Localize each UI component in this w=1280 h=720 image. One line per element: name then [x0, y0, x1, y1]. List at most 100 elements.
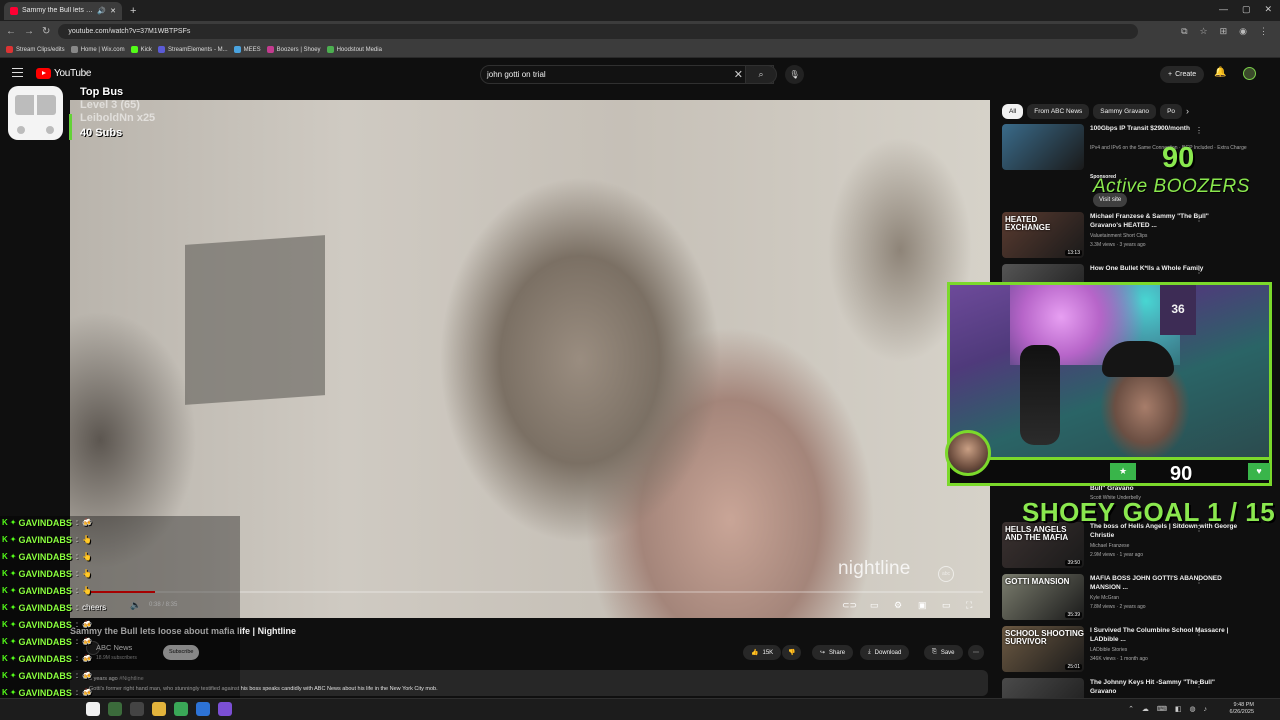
download-button[interactable]: ⤓ Download [860, 645, 910, 660]
profile-icon[interactable]: ◉ [1239, 26, 1247, 37]
chat-username[interactable]: GAVINDABS [18, 637, 71, 647]
rec-meta: 346K views · 1 month ago [1090, 656, 1148, 662]
chat-username[interactable]: GAVINDABS [18, 688, 71, 698]
dislike-button[interactable]: 👎 [782, 645, 802, 660]
chat-username[interactable]: GAVINDABS [18, 535, 71, 545]
account-avatar[interactable] [1243, 67, 1256, 80]
cast-icon[interactable]: ⧉ [1181, 26, 1187, 37]
boozers-count: 90 [1162, 142, 1195, 174]
rec-more-icon[interactable]: ⋮ [1195, 266, 1203, 275]
recommendation-item[interactable]: SCHOOL SHOOTING SURVIVOR 25:01 I Survived … [1002, 626, 1274, 676]
miniplayer-icon[interactable]: ▣ [918, 600, 927, 612]
captions-icon[interactable]: ▭ [870, 600, 879, 612]
rec-more-icon[interactable]: ⋮ [1195, 126, 1203, 135]
chat-text: 🍻 [82, 637, 93, 646]
voice-search-icon[interactable]: 🎙 [785, 65, 804, 84]
tab-audio-icon[interactable]: 🔊 [97, 7, 106, 15]
chat-separator: : [75, 535, 79, 544]
chat-username[interactable]: GAVINDABS [18, 586, 71, 596]
settings-gear-icon[interactable]: ⚙ [894, 600, 902, 612]
notifications-bell-icon[interactable]: 🔔 [1214, 67, 1226, 78]
reload-icon[interactable]: ↻ [42, 26, 50, 37]
kick-badge-icon: K [2, 620, 8, 629]
youtube-logo[interactable]: YouTube [36, 68, 92, 79]
bookmark-item[interactable]: StreamElements - M... [157, 46, 228, 53]
download-label: Download [874, 649, 902, 656]
chat-username[interactable]: GAVINDABS [18, 603, 71, 613]
rec-thumbnail[interactable]: HEATED EXCHANGE 13:13 [1002, 212, 1084, 258]
search-input[interactable]: john gotti on trial ✕ [480, 65, 774, 84]
chat-username[interactable]: GAVINDABS [18, 654, 71, 664]
bookmark-item[interactable]: Boozers | Shoey [266, 46, 321, 53]
file-explorer-icon[interactable] [152, 702, 166, 716]
chat-text: 🍻 [82, 620, 93, 629]
create-button[interactable]: + Create [1160, 66, 1205, 83]
theater-mode-icon[interactable]: ▭ [942, 600, 951, 612]
autoplay-toggle[interactable]: ⊂⊃ [842, 600, 857, 612]
recommendation-item[interactable]: HELLS ANGELS AND THE MAFIA 39:50 The boss … [1002, 522, 1274, 572]
bookmark-star-icon[interactable]: ☆ [1200, 26, 1208, 37]
rec-more-icon[interactable]: ⋮ [1195, 628, 1203, 637]
obs-icon[interactable] [218, 702, 232, 716]
tab-title: Sammy the Bull lets loose a [22, 7, 93, 14]
filter-chip[interactable]: Sammy Gravano [1093, 104, 1157, 119]
chat-separator: : [75, 688, 79, 697]
chat-username[interactable]: GAVINDABS [18, 671, 71, 681]
share-button[interactable]: ↪ Share [812, 645, 854, 660]
chat-username[interactable]: GAVINDABS [18, 552, 71, 562]
bookmark-item[interactable]: Kick [130, 46, 152, 53]
bookmark-item[interactable]: Home | Wix.com [70, 46, 125, 53]
search-button[interactable]: ⌕ [745, 65, 777, 84]
forward-icon[interactable]: → [24, 26, 34, 37]
bookmark-item[interactable]: MEES [233, 46, 261, 53]
recommendation-item[interactable]: 100Gbps IP Transit $2900/month IPv4 and I… [1002, 124, 1274, 180]
rec-more-icon[interactable]: ⋮ [1195, 214, 1203, 223]
chat-username[interactable]: GAVINDABS [18, 569, 71, 579]
hamburger-menu-icon[interactable] [12, 68, 23, 77]
chips-next-icon[interactable]: › [1186, 106, 1189, 116]
minimize-icon[interactable]: — [1219, 4, 1228, 15]
tab-close-icon[interactable]: ✕ [110, 7, 116, 15]
chrome-icon[interactable] [174, 702, 188, 716]
extensions-icon[interactable]: ⊞ [1220, 26, 1228, 37]
like-button[interactable]: 👍 15K [743, 645, 782, 660]
back-icon[interactable]: ← [6, 26, 16, 37]
rec-more-icon[interactable]: ⋮ [1195, 576, 1203, 585]
taskbar-task-view-icon[interactable] [130, 702, 144, 716]
browser-menu-icon[interactable]: ⋮ [1259, 26, 1268, 37]
save-button[interactable]: ⎘ Save [924, 645, 963, 660]
rec-thumbnail[interactable]: HELLS ANGELS AND THE MAFIA 39:50 [1002, 522, 1084, 568]
clear-search-icon[interactable]: ✕ [734, 68, 743, 81]
rec-thumbnail[interactable]: SCHOOL SHOOTING SURVIVOR 25:01 [1002, 626, 1084, 672]
star-badge-icon: ✦ [9, 535, 17, 544]
bus-progress-marker [69, 114, 72, 140]
taskbar-game-icon[interactable] [108, 702, 122, 716]
rec-thumb-text: SCHOOL SHOOTING SURVIVOR [1005, 629, 1084, 646]
bookmark-item[interactable]: Hoodstout Media [326, 46, 382, 53]
more-actions-button[interactable]: ⋯ [968, 645, 984, 660]
webcam-overlay: 36 [947, 282, 1272, 460]
rec-more-icon[interactable]: ⋮ [1195, 680, 1203, 689]
browser-tab[interactable]: Sammy the Bull lets loose a 🔊 ✕ [4, 1, 122, 20]
chat-username[interactable]: GAVINDABS [18, 620, 71, 630]
rec-thumbnail[interactable] [1002, 124, 1084, 170]
recommendation-item[interactable]: GOTTI MANSION 35:39 MAFIA BOSS JOHN GOTTI'… [1002, 574, 1274, 624]
chat-username[interactable]: GAVINDABS [18, 518, 71, 528]
filter-chip[interactable]: Po [1160, 104, 1183, 119]
maximize-icon[interactable]: ▢ [1242, 4, 1251, 15]
fullscreen-icon[interactable]: ⛶ [966, 600, 972, 612]
bookmark-item[interactable]: Stream Clips/edits [6, 46, 65, 53]
new-tab-icon[interactable]: + [130, 5, 136, 17]
system-tray-icons[interactable]: ⌃ ☁ ⌨ ◧ ◍ ♪ [1128, 705, 1210, 713]
filter-chip[interactable]: All [1002, 104, 1024, 119]
address-bar[interactable]: youtube.com/watch?v=37M1WBTPSFs [58, 24, 1139, 39]
close-window-icon[interactable]: ✕ [1264, 4, 1272, 15]
taskbar-search-icon[interactable] [86, 702, 100, 716]
filter-chip[interactable]: From ABC News [1027, 104, 1090, 119]
taskbar-app-icon[interactable] [196, 702, 210, 716]
cam-microphone [1020, 345, 1060, 445]
screen: Sammy the Bull lets loose a 🔊 ✕ + — ▢ ✕ … [0, 0, 1280, 720]
rec-thumbnail[interactable]: GOTTI MANSION 35:39 [1002, 574, 1084, 620]
clock[interactable]: 9:48 PM 6/26/2025 [1230, 702, 1254, 716]
recommendation-item[interactable]: HEATED EXCHANGE 13:13 Michael Franzese & S… [1002, 212, 1274, 262]
